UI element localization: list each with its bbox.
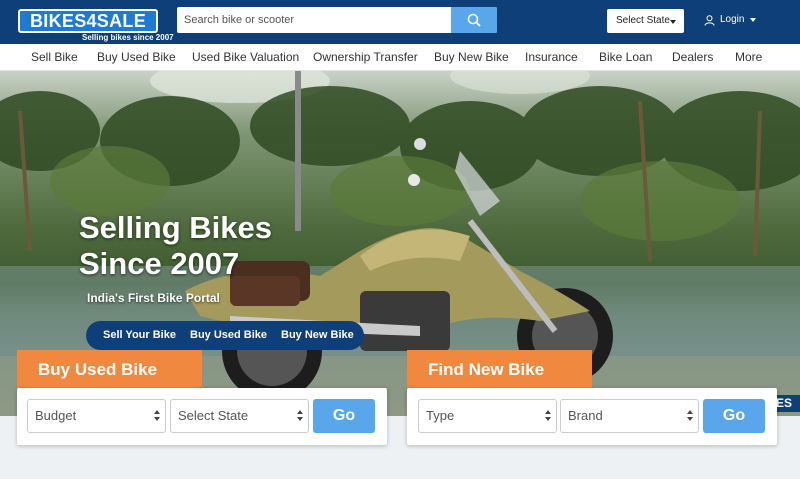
nav-item-buy-used-bike[interactable]: Buy Used Bike xyxy=(97,50,176,64)
type-select-value: Type xyxy=(426,408,455,423)
chevron-down-icon xyxy=(670,20,676,24)
used-bike-search-card: Budget Select State Go xyxy=(17,388,387,445)
type-select[interactable]: Type xyxy=(418,399,557,433)
search-button[interactable] xyxy=(451,7,497,33)
login-label: Login xyxy=(720,14,745,25)
new-bike-search-card: Type Brand Go xyxy=(407,388,777,445)
nav-item-used-bike-valuation[interactable]: Used Bike Valuation xyxy=(192,50,299,64)
select-arrows-icon xyxy=(687,410,693,422)
used-state-select-value: Select State xyxy=(178,408,249,423)
hero-subtitle: India's First Bike Portal xyxy=(87,291,220,305)
select-arrows-icon xyxy=(545,410,551,422)
brand-select-value: Brand xyxy=(568,408,603,423)
main-nav: Sell Bike Buy Used Bike Used Bike Valuat… xyxy=(0,44,800,71)
state-select-button[interactable]: Select State xyxy=(607,9,684,33)
hero-title-line1: Selling Bikes xyxy=(79,210,272,245)
tab-find-new-bike[interactable]: Find New Bike xyxy=(407,350,592,388)
hero-title: Selling Bikes Since 2007 xyxy=(79,210,272,282)
buy-used-bike-link[interactable]: Buy Used Bike xyxy=(190,329,267,341)
select-arrows-icon xyxy=(297,410,303,422)
hero-action-bar: Sell Your Bike Buy Used Bike Buy New Bik… xyxy=(86,321,364,350)
tab-buy-used-bike[interactable]: Buy Used Bike xyxy=(17,350,202,388)
nav-item-sell-bike[interactable]: Sell Bike xyxy=(31,50,78,64)
buy-new-bike-link[interactable]: Buy New Bike xyxy=(281,329,354,341)
nav-item-dealers[interactable]: Dealers xyxy=(672,50,713,64)
promo-badge: ES xyxy=(773,395,800,412)
nav-item-bike-loan[interactable]: Bike Loan xyxy=(599,50,652,64)
search-input[interactable] xyxy=(177,7,451,33)
used-go-button[interactable]: Go xyxy=(313,399,375,433)
state-select-label: Select State xyxy=(616,15,670,26)
nav-item-buy-new-bike[interactable]: Buy New Bike xyxy=(434,50,509,64)
search-box xyxy=(177,7,497,33)
nav-item-ownership-transfer[interactable]: Ownership Transfer xyxy=(313,50,418,64)
user-icon xyxy=(704,14,715,26)
brand-select[interactable]: Brand xyxy=(560,399,699,433)
nav-item-insurance[interactable]: Insurance xyxy=(525,50,578,64)
sell-your-bike-link[interactable]: Sell Your Bike xyxy=(103,329,176,341)
top-bar: BIKES4SALE Selling bikes since 2007 Sele… xyxy=(0,0,800,44)
chevron-down-icon xyxy=(750,18,757,22)
select-arrows-icon xyxy=(154,410,160,422)
logo-tagline: Selling bikes since 2007 xyxy=(82,33,174,42)
search-icon xyxy=(467,13,481,27)
new-go-button[interactable]: Go xyxy=(703,399,765,433)
hero-title-line2: Since 2007 xyxy=(79,246,240,281)
nav-item-more[interactable]: More xyxy=(735,50,762,64)
budget-select[interactable]: Budget xyxy=(27,399,166,433)
used-state-select[interactable]: Select State xyxy=(170,399,309,433)
login-button[interactable]: Login xyxy=(704,13,757,27)
budget-select-value: Budget xyxy=(35,408,77,423)
site-logo[interactable]: BIKES4SALE xyxy=(18,9,158,33)
